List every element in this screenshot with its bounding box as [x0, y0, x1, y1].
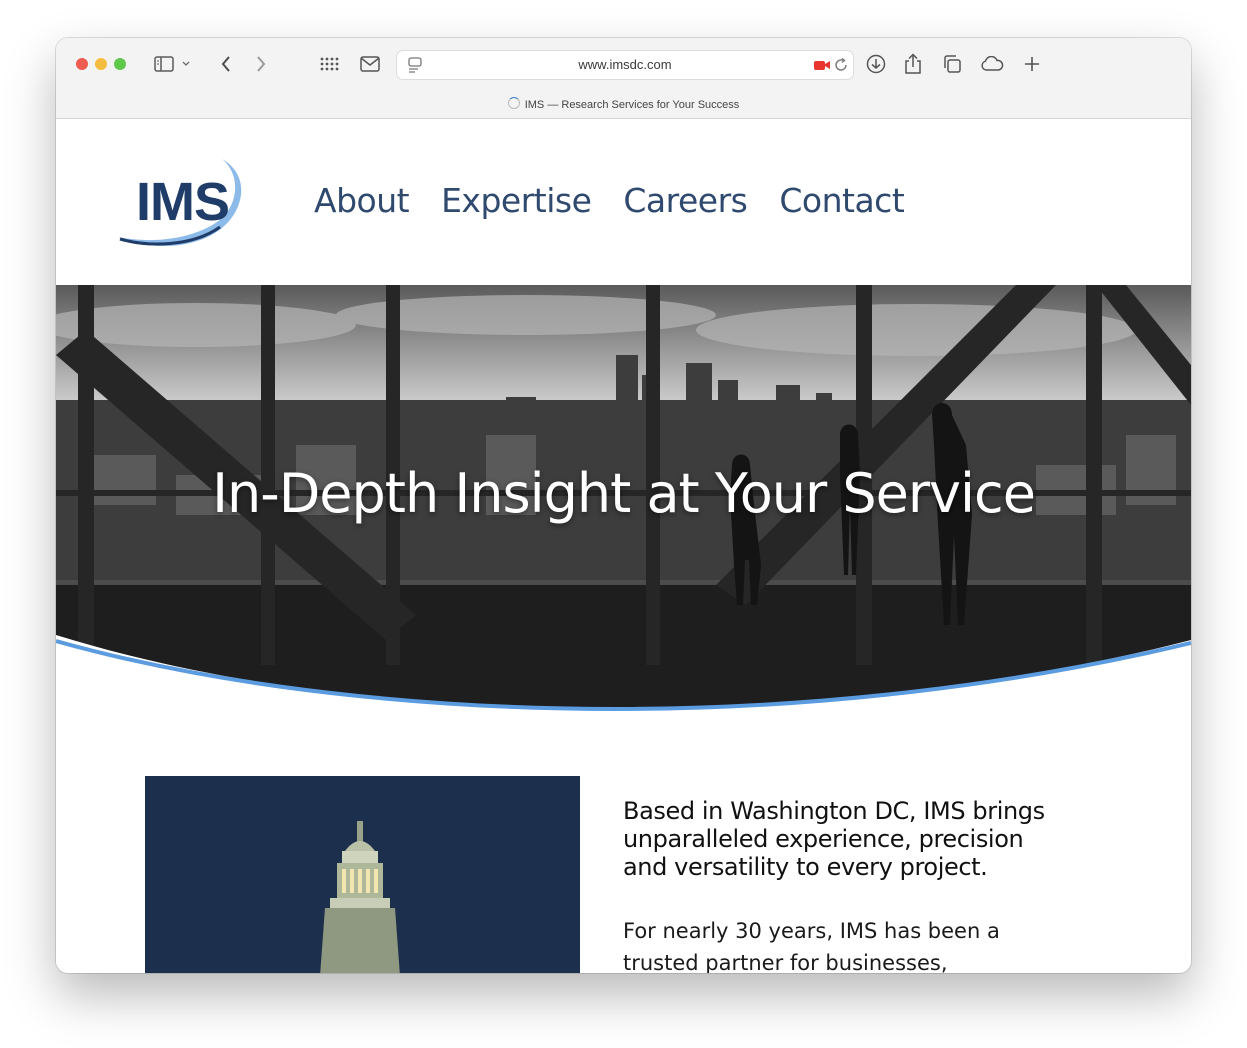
intro-paragraph: For nearly 30 years, IMS has been a trus… — [623, 919, 1000, 973]
nav-expertise[interactable]: Expertise — [441, 181, 592, 220]
ims-logo[interactable]: IMS — [114, 151, 249, 256]
tabs-icon[interactable] — [940, 52, 964, 76]
nav-about[interactable]: About — [314, 181, 410, 220]
nav-contact[interactable]: Contact — [779, 181, 904, 220]
logo-text: IMS — [136, 172, 230, 232]
grid-icon[interactable] — [317, 52, 341, 76]
tab-title[interactable]: IMS — Research Services for Your Success — [56, 97, 1191, 111]
address-bar[interactable]: www.imsdc.com — [396, 50, 854, 80]
chevron-down-icon[interactable] — [180, 52, 192, 76]
browser-window: www.imsdc.com IMS — Research Services fo… — [56, 38, 1191, 973]
reload-icon[interactable] — [829, 53, 853, 77]
main-nav: About Expertise Careers Contact — [314, 181, 905, 220]
forward-icon[interactable] — [249, 52, 273, 76]
hero-title: In-Depth Insight at Your Service — [212, 462, 1036, 525]
cloud-icon[interactable] — [980, 52, 1004, 76]
url-text[interactable]: www.imsdc.com — [397, 57, 853, 72]
nav-careers[interactable]: Careers — [623, 181, 747, 220]
minimize-window-button[interactable] — [95, 58, 107, 70]
mail-icon[interactable] — [358, 52, 382, 76]
zoom-window-button[interactable] — [114, 58, 126, 70]
hero-section: In-Depth Insight at Your Service — [56, 285, 1191, 715]
back-icon[interactable] — [214, 52, 238, 76]
page-loading-icon — [507, 97, 520, 109]
browser-toolbar: www.imsdc.com IMS — Research Services fo… — [56, 38, 1191, 119]
plus-icon[interactable] — [1020, 52, 1044, 76]
close-window-button[interactable] — [76, 58, 88, 70]
share-icon[interactable] — [901, 52, 925, 76]
web-page: IMS About Expertise Careers Contact In-D… — [56, 119, 1191, 973]
tab-title-text: IMS — Research Services for Your Success — [524, 99, 740, 111]
download-icon[interactable] — [864, 52, 888, 76]
intro-headline: Based in Washington DC, IMS brings unpar… — [623, 797, 1045, 881]
capitol-dome-image — [145, 776, 580, 973]
sidebar-icon[interactable] — [152, 52, 176, 76]
